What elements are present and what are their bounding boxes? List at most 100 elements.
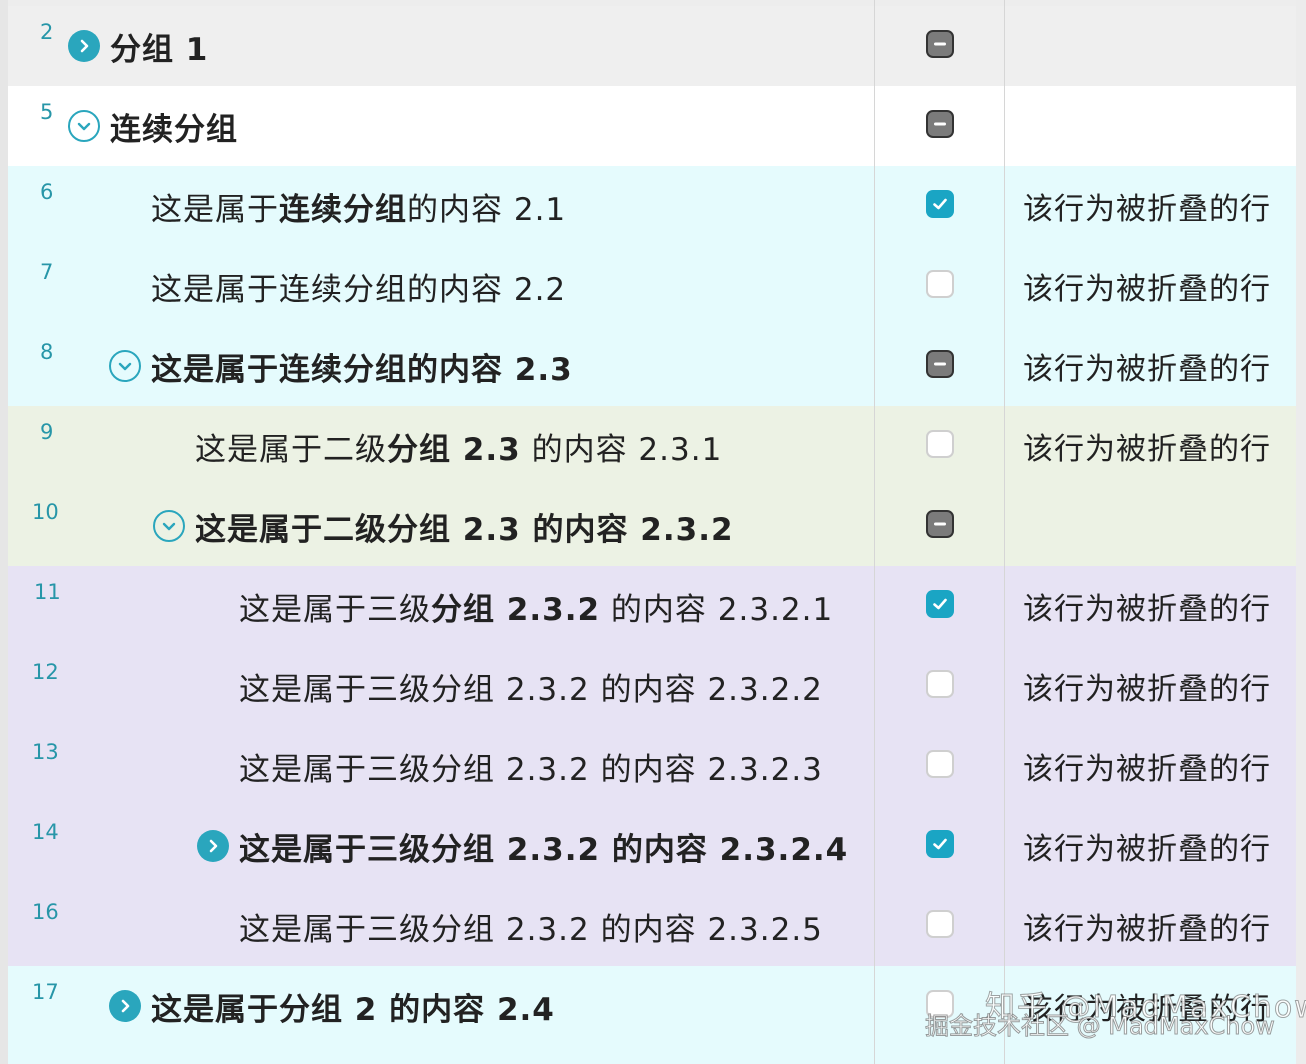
row-title: 这是属于二级 分组 2.3 的内容 2.3.1 — [195, 406, 722, 486]
row-title-text: 这是属于三级分组 2.3.2 的内容 2.3.2.5 — [239, 911, 823, 948]
row-checkbox[interactable] — [926, 590, 954, 618]
row-number: 9 — [40, 420, 54, 444]
row-note: 该行为被折叠的行 — [1023, 992, 1271, 1027]
row-title: 这是属于 连续分组 的内容 2.1 — [151, 166, 566, 246]
left-border — [0, 0, 8, 1064]
minus-icon — [934, 522, 946, 526]
row-checkbox[interactable] — [926, 350, 954, 378]
expand-toggle[interactable] — [109, 990, 141, 1022]
row-title: 这是属于连续分组的内容 2.2 — [151, 246, 566, 326]
checkmark-icon — [933, 838, 947, 850]
row-checkbox[interactable] — [926, 750, 954, 778]
outline-row[interactable]: 9 这是属于二级 分组 2.3 的内容 2.3.1 该行为被折叠的行 — [8, 406, 1296, 486]
row-number: 6 — [40, 180, 54, 204]
row-title: 分组 1 — [68, 6, 208, 86]
row-title-text: 这是属于连续分组的内容 2.2 — [151, 271, 567, 308]
row-note: 该行为被折叠的行 — [1023, 832, 1271, 867]
row-note: 该行为被折叠的行 — [1023, 352, 1271, 387]
right-border — [1296, 0, 1306, 1064]
row-title-text: 的内容 2.3.2.1 — [610, 591, 834, 628]
outline-row[interactable]: 8 这是属于连续分组的内容 2.3 该行为被折叠的行 — [8, 326, 1296, 406]
row-title-text: 这是属于二级分组 2.3 的内容 2.3.2 — [195, 511, 734, 548]
chevron-right-icon — [121, 999, 130, 1013]
row-title-text: 这是属于三级分组 2.3.2 的内容 2.3.2.4 — [239, 831, 849, 868]
minus-icon — [934, 122, 946, 126]
expand-toggle[interactable] — [68, 30, 100, 62]
outline-row[interactable]: 16 这是属于三级分组 2.3.2 的内容 2.3.2.5 该行为被折叠的行 — [8, 886, 1296, 966]
chevron-down-icon — [77, 122, 91, 131]
row-title: 这是属于分组 2 的内容 2.4 — [109, 966, 555, 1046]
chevron-down-icon — [118, 362, 132, 371]
checkmark-icon — [933, 598, 947, 610]
row-title: 连续分组 — [68, 86, 238, 166]
minus-icon — [934, 42, 946, 46]
outline-view: 2 分组 1 5 连续分组 6 这是属于 连续分组 的内容 2.1 该行为被折叠… — [0, 0, 1306, 1064]
row-title-emphasis: 分组 2.3 — [387, 431, 521, 468]
row-note: 该行为被折叠的行 — [1023, 432, 1271, 467]
row-title: 这是属于三级分组 2.3.2 的内容 2.3.2.3 — [239, 726, 823, 806]
row-checkbox[interactable] — [926, 110, 954, 138]
row-note: 该行为被折叠的行 — [1023, 592, 1271, 627]
outline-row[interactable]: 5 连续分组 — [8, 86, 1296, 166]
row-note: 该行为被折叠的行 — [1023, 192, 1271, 227]
row-title: 这是属于连续分组的内容 2.3 — [109, 326, 573, 406]
row-title: 这是属于三级分组 2.3.2 的内容 2.3.2.4 — [197, 806, 848, 886]
row-title-text: 这是属于三级分组 2.3.2 的内容 2.3.2.3 — [239, 751, 823, 788]
row-title-text: 的内容 2.3.1 — [531, 431, 723, 468]
chevron-right-icon — [80, 39, 89, 53]
outline-row-partial — [8, 1046, 1296, 1064]
row-number: 12 — [32, 660, 59, 684]
outline-row[interactable]: 6 这是属于 连续分组 的内容 2.1 该行为被折叠的行 — [8, 166, 1296, 246]
row-number: 8 — [40, 340, 54, 364]
expand-toggle[interactable] — [153, 510, 185, 542]
row-note: 该行为被折叠的行 — [1023, 672, 1271, 707]
row-number: 16 — [32, 900, 59, 924]
checkmark-icon — [933, 198, 947, 210]
row-checkbox[interactable] — [926, 670, 954, 698]
row-title-text: 这是属于分组 2 的内容 2.4 — [151, 991, 555, 1028]
row-title-text: 这是属于三级 — [239, 591, 431, 628]
row-title: 这是属于三级分组 2.3.2 的内容 2.3.2.5 — [239, 886, 823, 966]
row-title-text: 这是属于连续分组的内容 2.3 — [151, 351, 573, 388]
row-checkbox[interactable] — [926, 30, 954, 58]
row-note: 该行为被折叠的行 — [1023, 752, 1271, 787]
row-number: 14 — [32, 820, 59, 844]
outline-row[interactable]: 13 这是属于三级分组 2.3.2 的内容 2.3.2.3 该行为被折叠的行 — [8, 726, 1296, 806]
row-title: 这是属于二级分组 2.3 的内容 2.3.2 — [153, 486, 734, 566]
row-title-emphasis: 分组 2.3.2 — [431, 591, 601, 628]
row-checkbox[interactable] — [926, 910, 954, 938]
chevron-right-icon — [209, 839, 218, 853]
outline-row[interactable]: 12 这是属于三级分组 2.3.2 的内容 2.3.2.2 该行为被折叠的行 — [8, 646, 1296, 726]
row-number: 5 — [40, 100, 54, 124]
row-title: 这是属于三级 分组 2.3.2 的内容 2.3.2.1 — [239, 566, 833, 646]
row-title-text: 的内容 2.1 — [407, 191, 567, 228]
column-divider — [874, 0, 875, 1064]
row-note: 该行为被折叠的行 — [1023, 272, 1271, 307]
outline-row[interactable]: 14 这是属于三级分组 2.3.2 的内容 2.3.2.4 该行为被折叠的行 — [8, 806, 1296, 886]
row-title: 这是属于三级分组 2.3.2 的内容 2.3.2.2 — [239, 646, 823, 726]
row-title-text: 这是属于二级 — [195, 431, 387, 468]
outline-row[interactable]: 7 这是属于连续分组的内容 2.2 该行为被折叠的行 — [8, 246, 1296, 326]
outline-row[interactable]: 10 这是属于二级分组 2.3 的内容 2.3.2 — [8, 486, 1296, 566]
row-checkbox[interactable] — [926, 990, 954, 1018]
row-title-text: 分组 1 — [110, 31, 209, 68]
outline-row[interactable]: 11 这是属于三级 分组 2.3.2 的内容 2.3.2.1 该行为被折叠的行 — [8, 566, 1296, 646]
row-checkbox[interactable] — [926, 270, 954, 298]
expand-toggle[interactable] — [197, 830, 229, 862]
row-title-text: 连续分组 — [110, 111, 238, 148]
row-number: 2 — [40, 20, 54, 44]
expand-toggle[interactable] — [109, 350, 141, 382]
row-number: 17 — [32, 980, 59, 1004]
row-checkbox[interactable] — [926, 510, 954, 538]
row-title-text: 这是属于 — [151, 191, 279, 228]
row-number: 13 — [32, 740, 59, 764]
outline-row[interactable]: 17 这是属于分组 2 的内容 2.4 该行为被折叠的行 — [8, 966, 1296, 1046]
expand-toggle[interactable] — [68, 110, 100, 142]
row-checkbox[interactable] — [926, 430, 954, 458]
outline-row[interactable]: 2 分组 1 — [8, 6, 1296, 86]
row-number: 10 — [32, 500, 59, 524]
row-note: 该行为被折叠的行 — [1023, 912, 1271, 947]
row-checkbox[interactable] — [926, 190, 954, 218]
row-checkbox[interactable] — [926, 830, 954, 858]
column-divider — [1004, 0, 1005, 1064]
